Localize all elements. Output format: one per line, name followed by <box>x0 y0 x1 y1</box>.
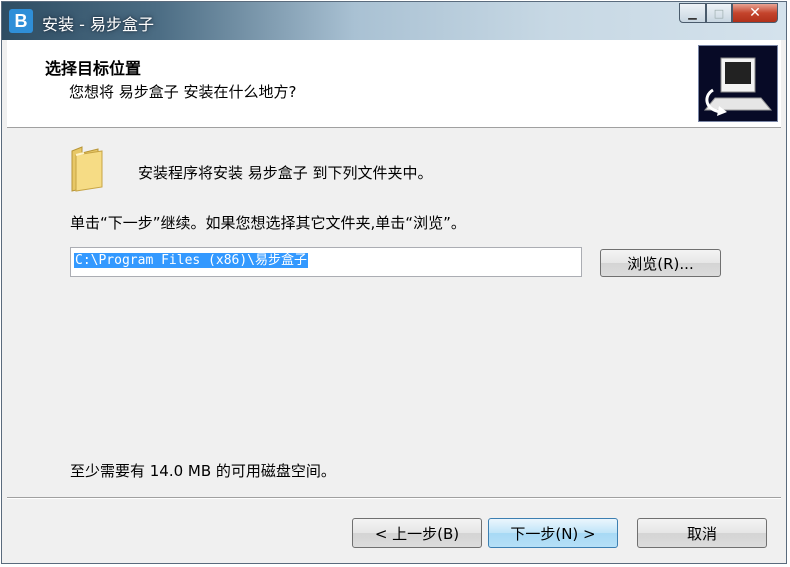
maximize-button[interactable]: □ <box>706 3 732 23</box>
installer-computer-icon <box>698 45 778 122</box>
minimize-button[interactable]: ▁ <box>679 3 706 23</box>
instruction-text: 单击“下一步”继续。如果您想选择其它文件夹,单击“浏览”。 <box>70 214 466 232</box>
footer-divider <box>7 497 781 499</box>
folder-icon <box>68 145 108 193</box>
installer-window: B 安装 - 易步盒子 ▁ □ ✕ 选择目标位置 您想将 易步盒子 安装在什么地… <box>1 1 787 564</box>
disk-space-text: 至少需要有 14.0 MB 的可用磁盘空间。 <box>70 462 336 480</box>
install-path-input[interactable]: C:\Program Files (x86)\易步盒子 <box>70 247 582 277</box>
caption-buttons: ▁ □ ✕ <box>679 3 778 25</box>
app-icon[interactable]: B <box>9 9 33 33</box>
next-button[interactable]: 下一步(N) > <box>488 518 618 548</box>
install-path-value: C:\Program Files (x86)\易步盒子 <box>74 253 309 268</box>
window-title: 安装 - 易步盒子 <box>42 15 154 34</box>
wizard-header: 选择目标位置 您想将 易步盒子 安装在什么地方? <box>7 40 781 128</box>
title-bar[interactable]: B 安装 - 易步盒子 ▁ □ ✕ <box>2 2 786 40</box>
install-destination-text: 安装程序将安装 易步盒子 到下列文件夹中。 <box>138 164 433 182</box>
close-button[interactable]: ✕ <box>732 3 778 23</box>
back-button[interactable]: < 上一步(B) <box>352 518 482 548</box>
cancel-button[interactable]: 取消 <box>637 518 767 548</box>
page-title: 选择目标位置 <box>45 59 142 78</box>
page-subtitle: 您想将 易步盒子 安装在什么地方? <box>69 83 297 101</box>
browse-button[interactable]: 浏览(R)... <box>600 249 721 277</box>
